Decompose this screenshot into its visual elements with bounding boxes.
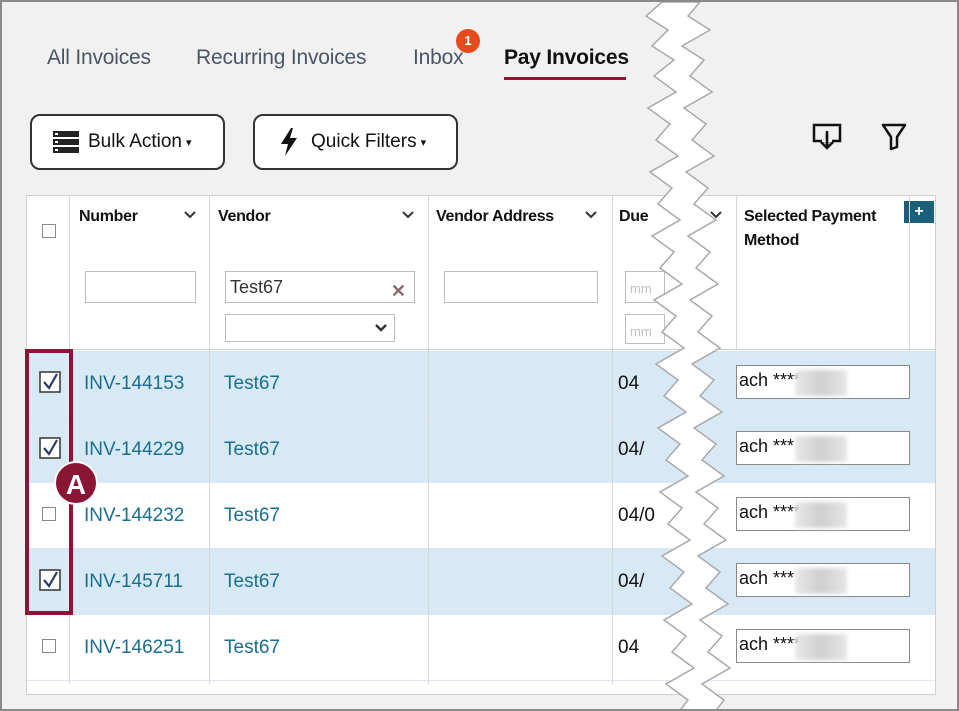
torn-edge-decoration [644,2,732,709]
screenshot-frame: All Invoices Recurring Invoices Inbox 1 … [0,0,959,711]
